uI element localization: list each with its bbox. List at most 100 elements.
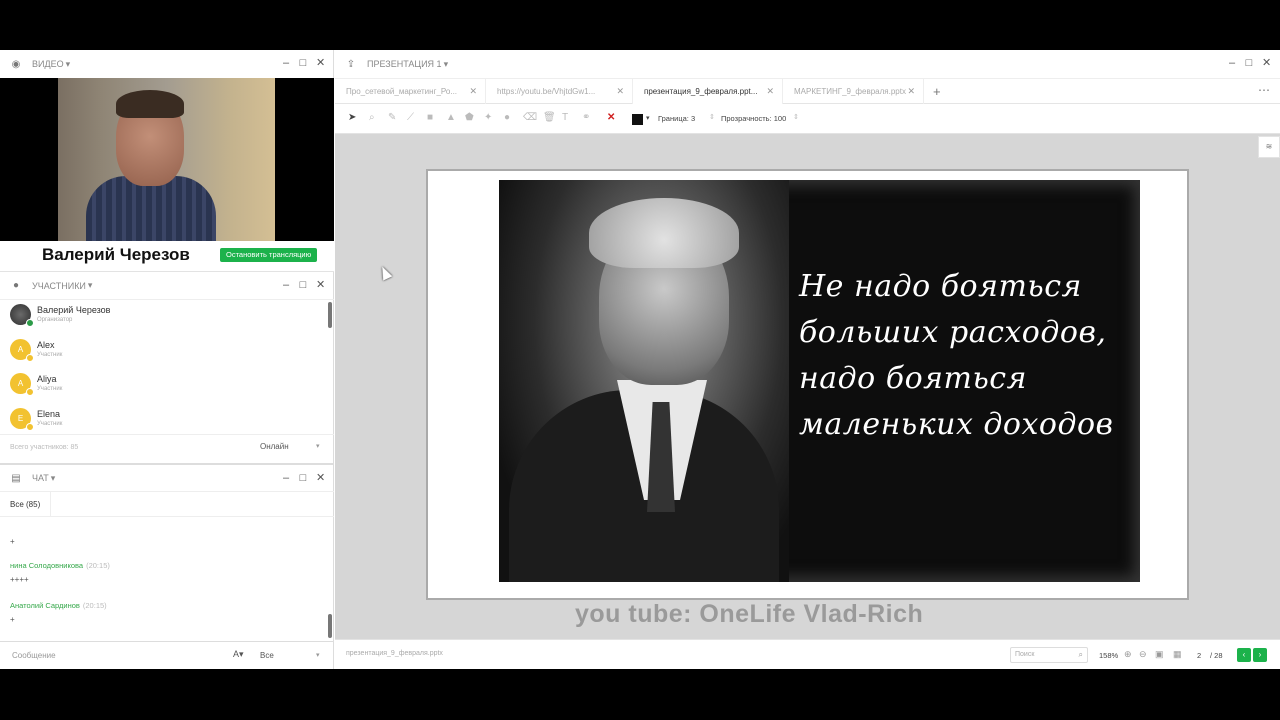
- text-format-icon[interactable]: A▾: [233, 649, 244, 660]
- presenter-hair: [116, 90, 184, 118]
- chevron-down-icon[interactable]: ▾: [316, 442, 320, 450]
- layers-icon[interactable]: ≋: [1258, 136, 1280, 158]
- chat-icon: ▤: [11, 472, 21, 484]
- chat-panel-title[interactable]: ЧАТ: [32, 473, 49, 483]
- participants-scrollbar[interactable]: [328, 302, 332, 328]
- tab-document-active[interactable]: презентация_9_февраля.ppt... ✕: [633, 79, 783, 104]
- close-icon[interactable]: ✕: [469, 79, 477, 104]
- file-name: презентация_9_февраля.pptx: [346, 650, 443, 657]
- chevron-down-icon[interactable]: ▾: [646, 114, 650, 122]
- star-icon[interactable]: ✦: [484, 112, 492, 123]
- tab-document[interactable]: МАРКЕТИНГ_9_февраля.pptx ✕: [783, 79, 924, 104]
- minimize-icon[interactable]: –: [282, 58, 290, 69]
- zoom-icon[interactable]: ⌕: [369, 112, 375, 123]
- maximize-icon[interactable]: □: [299, 58, 307, 69]
- color-picker[interactable]: [632, 114, 643, 125]
- video-panel-title[interactable]: ВИДЕО: [32, 59, 64, 69]
- minimize-icon[interactable]: –: [282, 280, 290, 291]
- close-icon[interactable]: ✕: [316, 280, 325, 291]
- next-page-button[interactable]: ›: [1253, 648, 1267, 662]
- presentation-panel: ⇪ ПРЕЗЕНТАЦИЯ 1 ▾ – □ ✕ Про_сетевой_марке…: [335, 50, 1280, 669]
- grid-icon[interactable]: ▦: [1173, 649, 1182, 660]
- clear-icon[interactable]: ✕: [607, 112, 615, 123]
- stepper-icon[interactable]: ⇕: [793, 113, 799, 121]
- maximize-icon[interactable]: □: [1245, 58, 1253, 69]
- opacity-label[interactable]: Прозрачность: 100: [721, 114, 786, 123]
- participant-badge-icon: [26, 354, 34, 362]
- slide-canvas: Не надо бояться больших расходов, надо б…: [335, 134, 1280, 639]
- zoom-out-icon[interactable]: ⊖: [1139, 649, 1147, 660]
- rectangle-icon[interactable]: ■: [427, 112, 433, 123]
- prev-page-button[interactable]: ‹: [1237, 648, 1251, 662]
- chevron-down-icon[interactable]: ▾: [51, 473, 56, 484]
- stop-broadcast-button[interactable]: Остановить трансляцию: [220, 248, 318, 262]
- more-icon[interactable]: ⋯: [1258, 79, 1270, 101]
- participant-row[interactable]: A Aliya Участник: [0, 369, 320, 403]
- stepper-icon[interactable]: ⇕: [709, 113, 715, 121]
- minimize-icon[interactable]: –: [282, 473, 290, 484]
- minimize-icon[interactable]: –: [1228, 58, 1236, 69]
- trash-icon[interactable]: 🗑: [543, 112, 556, 123]
- close-icon[interactable]: ✕: [316, 58, 325, 69]
- close-icon[interactable]: ✕: [1262, 58, 1271, 69]
- tab-document[interactable]: Про_сетевой_маркетинг_Ро... ✕: [335, 79, 486, 104]
- pointer-icon[interactable]: ➤: [348, 112, 356, 123]
- participant-role: Участник: [37, 421, 63, 427]
- search-icon[interactable]: ⌕: [1079, 650, 1083, 660]
- line-icon[interactable]: ⟋: [407, 112, 414, 123]
- slide: Не надо бояться больших расходов, надо б…: [426, 169, 1189, 600]
- link-icon[interactable]: ⚭: [582, 112, 590, 123]
- participant-row[interactable]: A Alex Участник: [0, 335, 320, 369]
- chat-window-controls: – □ ✕: [282, 473, 325, 484]
- author-name[interactable]: нина Солодовникова: [10, 561, 83, 570]
- maximize-icon[interactable]: □: [299, 280, 307, 291]
- close-icon[interactable]: ✕: [766, 79, 774, 104]
- close-icon[interactable]: ✕: [616, 79, 624, 104]
- chat-message-input[interactable]: Сообщение: [12, 651, 56, 660]
- zoom-in-icon[interactable]: ⊕: [1124, 649, 1132, 660]
- chat-messages: + нина Солодовникова (20:15) ++++ Анатоли…: [0, 517, 334, 641]
- chevron-down-icon[interactable]: ▾: [88, 280, 93, 291]
- author-name[interactable]: Анатолий Сардинов: [10, 601, 80, 610]
- chevron-down-icon[interactable]: ▾: [316, 651, 320, 659]
- triangle-icon[interactable]: ▲: [446, 112, 456, 123]
- eraser-icon[interactable]: ⌫: [523, 112, 537, 123]
- search-input[interactable]: Поиск ⌕: [1010, 647, 1088, 663]
- circle-icon[interactable]: ●: [504, 112, 510, 123]
- fit-screen-icon[interactable]: ▣: [1155, 649, 1164, 660]
- close-icon[interactable]: ✕: [907, 79, 915, 104]
- chevron-down-icon[interactable]: ▾: [444, 59, 449, 70]
- presentation-panel-title[interactable]: ПРЕЗЕНТАЦИЯ 1: [367, 59, 442, 69]
- presentation-window-controls: – □ ✕: [1228, 58, 1271, 69]
- tab-document[interactable]: https://youtu.be/VhjtdGw1... ✕: [486, 79, 633, 104]
- participant-row[interactable]: E Elena Участник: [0, 404, 320, 434]
- video-panel-header: ◉ ВИДЕО ▾ – □ ✕: [0, 50, 334, 78]
- border-width-label[interactable]: Граница: 3: [658, 114, 695, 123]
- participants-filter-select[interactable]: Онлайн: [260, 442, 289, 451]
- quote-line: Не надо бояться: [799, 269, 1082, 304]
- portrait-image: [499, 180, 789, 582]
- pentagon-icon[interactable]: ⬟: [465, 112, 474, 123]
- tab-label: https://youtu.be/VhjtdGw1...: [497, 87, 596, 96]
- pencil-icon[interactable]: ✎: [388, 112, 396, 123]
- recipient-select[interactable]: Все: [260, 651, 274, 660]
- participant-name: Alex: [37, 340, 55, 350]
- participants-total: Всего участников: 85: [10, 444, 79, 451]
- page-current[interactable]: 2: [1197, 651, 1201, 660]
- participants-footer: Всего участников: 85 Онлайн ▾: [0, 434, 334, 462]
- quote-line: маленьких доходов: [799, 407, 1114, 442]
- upload-icon[interactable]: ⇪: [345, 58, 357, 70]
- add-tab-icon[interactable]: +: [933, 79, 941, 104]
- chevron-down-icon[interactable]: ▾: [66, 59, 71, 70]
- presentation-panel-header: ⇪ ПРЕЗЕНТАЦИЯ 1 ▾ – □ ✕: [335, 50, 1280, 78]
- participants-panel-title[interactable]: УЧАСТНИКИ: [32, 281, 86, 291]
- text-icon[interactable]: T: [562, 112, 568, 123]
- chat-tab-all[interactable]: Все (85): [0, 492, 52, 517]
- maximize-icon[interactable]: □: [299, 473, 307, 484]
- chat-message-text: ++++: [10, 575, 29, 584]
- chat-message-author: нина Солодовникова (20:15): [10, 561, 110, 570]
- close-icon[interactable]: ✕: [316, 473, 325, 484]
- participant-badge-icon: [26, 423, 34, 431]
- chat-scrollbar[interactable]: [328, 614, 332, 638]
- participant-row[interactable]: Валерий Черезов Организатор: [0, 300, 320, 334]
